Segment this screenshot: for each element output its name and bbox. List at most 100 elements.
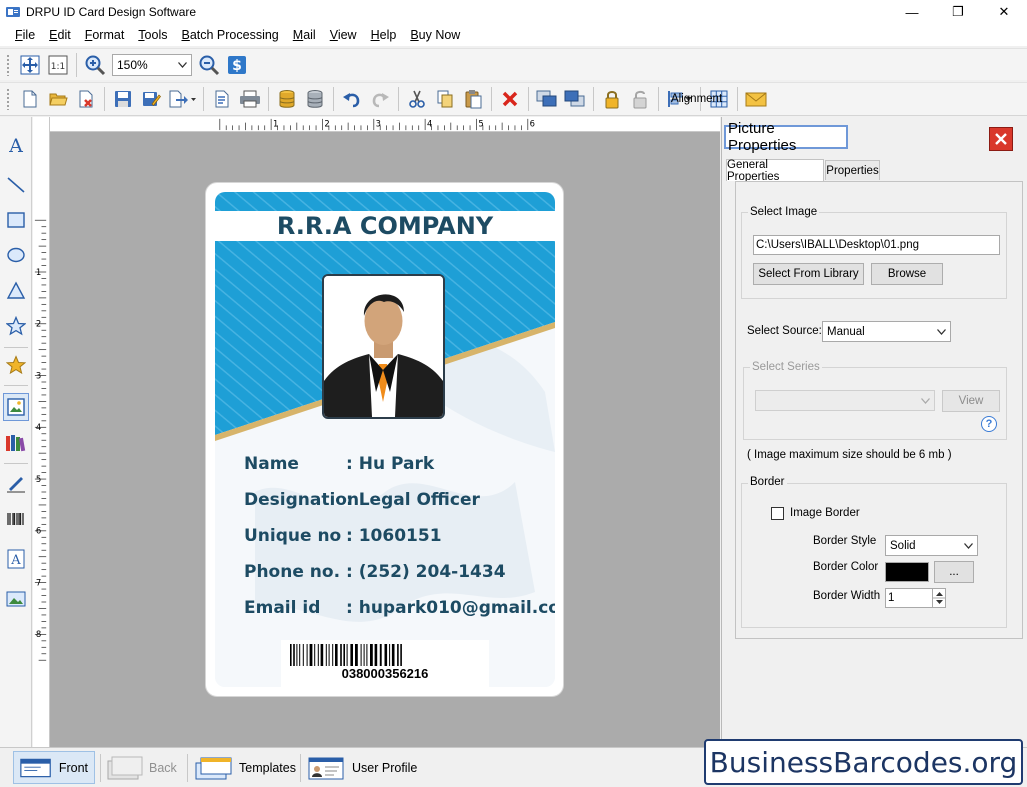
zoom-level-select[interactable]: 150% xyxy=(112,53,192,76)
image-import-tool-button[interactable] xyxy=(3,585,29,613)
help-icon[interactable]: ? xyxy=(981,416,997,432)
menu-buy-now[interactable]: Buy Now xyxy=(403,28,467,42)
barcode-bar xyxy=(290,644,292,666)
toolbar-separator xyxy=(593,87,594,111)
send-back-icon xyxy=(564,90,585,107)
select-source-dropdown[interactable]: Manual xyxy=(822,321,951,342)
price-button[interactable]: $ xyxy=(224,52,250,78)
dollar-icon: $ xyxy=(228,55,246,74)
toolbar-grip[interactable] xyxy=(6,88,10,110)
menu-tools[interactable]: Tools xyxy=(131,28,174,42)
barcode-bar xyxy=(384,644,388,666)
panel-close-button[interactable] xyxy=(989,127,1013,151)
border-color-label: Border Color xyxy=(813,561,879,573)
new-file-icon xyxy=(23,90,37,108)
toolbar-grip[interactable] xyxy=(6,53,10,76)
barcode-bar xyxy=(314,644,316,666)
ruler-label: 4 xyxy=(427,118,432,128)
triangle-tool-button[interactable] xyxy=(3,277,29,305)
alignment-dropdown[interactable]: Alignment xyxy=(663,86,722,112)
stepper-arrows[interactable] xyxy=(932,589,946,607)
id-card[interactable]: R.R.A COMPANY Name : Hu Park Designation… xyxy=(205,182,564,697)
delete-button[interactable] xyxy=(497,86,523,112)
picture-tool-button[interactable] xyxy=(3,393,29,421)
fit-to-window-button[interactable] xyxy=(17,52,43,78)
lock-icon xyxy=(605,91,619,109)
redo-button[interactable] xyxy=(367,86,393,112)
image-path-field[interactable]: C:\Users\IBALL\Desktop\01.png xyxy=(753,235,1000,255)
signature-tool-button[interactable] xyxy=(3,469,29,497)
line-tool-button[interactable] xyxy=(3,171,29,199)
watermark-tool-button[interactable]: A xyxy=(3,545,29,573)
paste-button[interactable] xyxy=(460,86,486,112)
print-preview-button[interactable] xyxy=(209,86,235,112)
zoom-in-button[interactable] xyxy=(82,52,108,78)
border-color-swatch[interactable] xyxy=(885,562,929,582)
export-button[interactable] xyxy=(166,86,198,112)
menu-file[interactable]: File xyxy=(8,28,42,42)
minimize-button[interactable]: — xyxy=(889,0,935,24)
bring-to-front-button[interactable] xyxy=(534,86,560,112)
tab-properties[interactable]: Properties xyxy=(825,160,880,180)
close-file-button[interactable] xyxy=(73,86,99,112)
barcode-bar xyxy=(391,644,395,666)
menu-help[interactable]: Help xyxy=(364,28,404,42)
menu-batch-processing[interactable]: Batch Processing xyxy=(174,28,285,42)
tab-back[interactable]: Back xyxy=(107,751,177,784)
close-window-button[interactable]: ✕ xyxy=(981,0,1027,24)
tab-user-profile[interactable]: User Profile xyxy=(308,751,417,784)
text-tool-button[interactable]: A xyxy=(3,131,29,159)
menu-format[interactable]: Format xyxy=(78,28,132,42)
save-button[interactable] xyxy=(110,86,136,112)
border-color-picker-button[interactable]: ... xyxy=(934,561,974,583)
border-style-dropdown[interactable]: Solid xyxy=(885,535,978,556)
symbol-tool-button[interactable] xyxy=(3,351,29,379)
books-icon xyxy=(6,435,26,452)
print-button[interactable] xyxy=(237,86,263,112)
database-settings-button[interactable] xyxy=(302,86,328,112)
star-tool-button[interactable] xyxy=(3,312,29,340)
design-canvas[interactable]: R.R.A COMPANY Name : Hu Park Designation… xyxy=(50,132,720,747)
menu-edit[interactable]: Edit xyxy=(42,28,78,42)
ellipse-tool-button[interactable] xyxy=(3,241,29,269)
new-button[interactable] xyxy=(17,86,43,112)
menu-view[interactable]: View xyxy=(323,28,364,42)
border-style-label: Border Style xyxy=(813,535,877,547)
barcode-bar xyxy=(340,644,342,666)
view-series-button[interactable]: View xyxy=(942,390,1000,412)
templates-icon xyxy=(195,757,232,779)
image-border-checkbox[interactable] xyxy=(771,507,784,520)
maximize-button[interactable]: ❐ xyxy=(935,0,981,24)
send-to-back-button[interactable] xyxy=(562,86,588,112)
select-from-library-button[interactable]: Select From Library xyxy=(753,263,864,285)
unlock-button[interactable] xyxy=(627,86,653,112)
zoom-out-button[interactable] xyxy=(196,52,222,78)
lock-button[interactable] xyxy=(599,86,625,112)
barcode-bar xyxy=(389,644,391,666)
browse-button[interactable]: Browse xyxy=(871,263,943,285)
database-button[interactable] xyxy=(274,86,300,112)
open-button[interactable] xyxy=(45,86,71,112)
border-style-value: Solid xyxy=(890,539,916,552)
ruler-label: 6 xyxy=(530,118,535,128)
undo-button[interactable] xyxy=(339,86,365,112)
barcode-tool-button[interactable] xyxy=(3,505,29,533)
email-button[interactable] xyxy=(743,86,769,112)
tab-front[interactable]: Front xyxy=(13,751,95,784)
field-unique-no-value: : 1060151 xyxy=(346,526,442,546)
select-series-dropdown[interactable] xyxy=(755,390,935,411)
person-avatar-icon xyxy=(324,276,443,417)
cut-button[interactable] xyxy=(404,86,430,112)
menu-mail[interactable]: Mail xyxy=(286,28,323,42)
copy-button[interactable] xyxy=(432,86,458,112)
rectangle-tool-button[interactable] xyxy=(3,206,29,234)
tab-general-properties[interactable]: General Properties xyxy=(726,159,824,183)
close-icon xyxy=(995,133,1007,145)
employee-photo[interactable] xyxy=(322,274,445,419)
save-as-button[interactable] xyxy=(138,86,164,112)
select-series-group-title: Select Series xyxy=(750,361,822,373)
library-tool-button[interactable] xyxy=(3,429,29,457)
actual-size-button[interactable]: 1:1 xyxy=(45,52,71,78)
tab-templates[interactable]: Templates xyxy=(195,751,296,784)
stepper-up-down-icon xyxy=(933,592,946,604)
